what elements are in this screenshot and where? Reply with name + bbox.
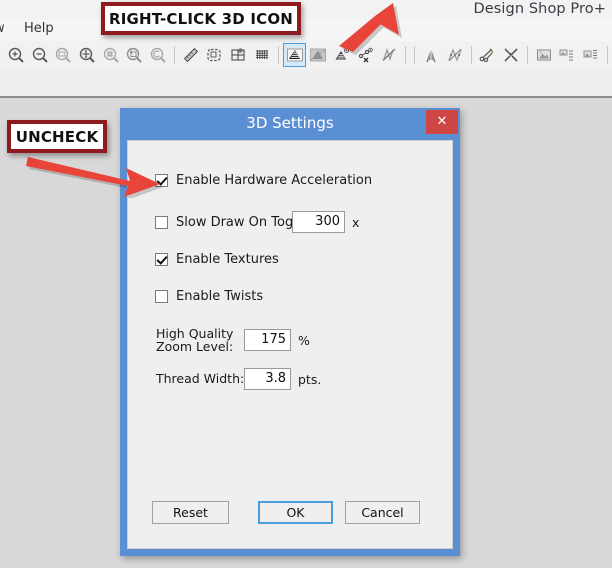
menubar: w Help	[0, 19, 612, 42]
hardware-acceleration-label: Enable Hardware Acceleration	[176, 173, 373, 188]
slow-draw-input[interactable]: 300	[292, 211, 345, 233]
zoom-selection-icon[interactable]	[51, 43, 75, 67]
textures-checkbox[interactable]	[155, 253, 168, 266]
thread-width-unit: pts.	[298, 371, 322, 387]
toolbar-separator	[277, 45, 279, 64]
zoom-refresh-icon[interactable]	[146, 43, 170, 67]
zoom-previous-icon[interactable]	[122, 43, 146, 67]
slow-draw-row[interactable]: Slow Draw On Toggle	[155, 215, 313, 230]
slow-draw-unit: x	[352, 214, 360, 230]
annotation-right-click-label: RIGHT-CLICK 3D ICON	[101, 2, 301, 35]
connectors-icon[interactable]	[443, 43, 467, 67]
three-d-stitch-icon[interactable]	[330, 43, 354, 67]
toolbar-separator	[173, 45, 175, 64]
hoop-icon[interactable]	[203, 43, 227, 67]
toolbar-separator	[470, 45, 472, 64]
fine-grid-icon[interactable]	[250, 43, 274, 67]
thread-width-label-group: Thread Width:	[156, 372, 244, 385]
zoom-in-icon[interactable]	[4, 43, 28, 67]
zoom-level-unit: %	[298, 332, 310, 348]
image-list-icon[interactable]	[556, 43, 580, 67]
slow-draw-checkbox[interactable]	[155, 216, 168, 229]
stitch-points-icon[interactable]	[354, 43, 378, 67]
zoom-grid-icon[interactable]	[99, 43, 123, 67]
toolbar-separator	[414, 45, 416, 64]
dialog-body: Enable Hardware Acceleration Slow Draw O…	[127, 140, 453, 549]
trim-icon[interactable]	[476, 43, 500, 67]
ok-button[interactable]: OK	[258, 501, 333, 524]
three-d-texture-icon[interactable]	[306, 43, 330, 67]
zoom-level-label: High Quality Zoom Level:	[156, 326, 234, 354]
menu-item-window[interactable]: w	[0, 21, 5, 36]
zoom-fit-icon[interactable]	[75, 43, 99, 67]
thread-width-label: Thread Width:	[156, 371, 245, 386]
zoom-level-label-group: High Quality Zoom Level:	[156, 327, 233, 353]
hardware-acceleration-checkbox[interactable]	[155, 174, 168, 187]
image-icon[interactable]	[532, 43, 556, 67]
close-icon[interactable]: ✕	[426, 110, 458, 134]
toolbar-separator	[607, 45, 609, 64]
image-stack-icon[interactable]	[579, 43, 603, 67]
collapse-icon[interactable]	[499, 43, 523, 67]
toolbar-separator	[405, 45, 407, 64]
app-title: Design Shop Pro+	[473, 1, 606, 17]
toolbar	[0, 41, 612, 69]
hardware-acceleration-row[interactable]: Enable Hardware Acceleration	[155, 173, 372, 188]
toolbar-separator	[526, 45, 528, 64]
three-d-settings-dialog: 3D Settings ✕ Enable Hardware Accelerati…	[120, 108, 460, 556]
grid-quarters-icon[interactable]	[226, 43, 250, 67]
dialog-titlebar: 3D Settings ✕	[120, 108, 460, 140]
ruler-icon[interactable]	[179, 43, 203, 67]
twists-checkbox[interactable]	[155, 290, 168, 303]
twists-row[interactable]: Enable Twists	[155, 289, 263, 304]
toolbar-lower-strip	[0, 68, 612, 98]
zoom-out-icon[interactable]	[28, 43, 52, 67]
slow-draw-value-group: 300 x	[292, 211, 359, 233]
three-d-view-icon[interactable]	[282, 42, 307, 67]
thread-width-value-group: 3.8 pts.	[244, 368, 321, 390]
zoom-level-input[interactable]: 175	[244, 329, 291, 351]
twists-label: Enable Twists	[176, 289, 264, 304]
thread-width-input[interactable]: 3.8	[244, 368, 291, 390]
needle-icon[interactable]	[419, 43, 443, 67]
zoom-level-value-group: 175 %	[244, 329, 310, 351]
menu-item-help[interactable]: Help	[24, 21, 54, 36]
cancel-button[interactable]: Cancel	[345, 501, 420, 524]
app-titlebar: Design Shop Pro+	[0, 0, 612, 20]
annotation-uncheck-label: UNCHECK	[7, 120, 107, 153]
hide-stitches-icon[interactable]	[377, 43, 401, 67]
application-window: Design Shop Pro+ w Help	[0, 0, 612, 568]
textures-label: Enable Textures	[176, 252, 279, 267]
textures-row[interactable]: Enable Textures	[155, 252, 279, 267]
reset-button[interactable]: Reset	[152, 501, 229, 524]
dialog-title: 3D Settings	[246, 114, 334, 132]
